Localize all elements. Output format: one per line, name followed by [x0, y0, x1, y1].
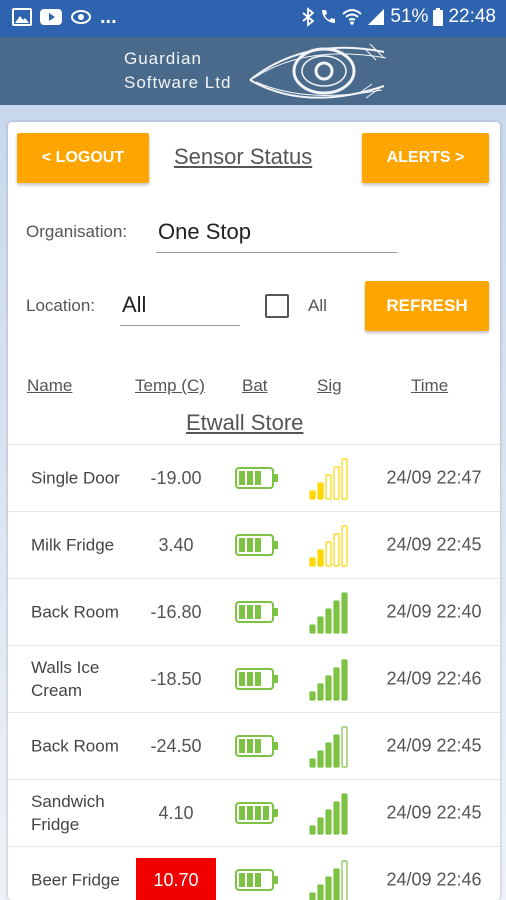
battery-level-icon: [235, 601, 278, 623]
signal-strength-icon: [309, 592, 348, 634]
sensor-time: 24/09 22:46: [386, 869, 482, 890]
store-group-heading: Etwall Store: [186, 410, 304, 435]
all-locations-checkbox[interactable]: [265, 294, 289, 318]
eye-logo-icon: [249, 43, 387, 99]
column-header-name[interactable]: Name: [27, 376, 72, 396]
wifi-icon: [342, 9, 363, 25]
alerts-button[interactable]: ALERTS >: [362, 133, 489, 183]
sensor-temperature: -18.50: [150, 668, 202, 689]
sensor-time: 24/09 22:45: [386, 735, 482, 756]
organisation-field[interactable]: One Stop: [156, 219, 397, 253]
signal-strength-icon: [309, 458, 348, 500]
signal-strength-icon: [309, 726, 348, 768]
company-name: Guardian Software Ltd: [124, 47, 231, 95]
clock: 22:48: [448, 6, 496, 27]
organisation-label: Organisation:: [26, 222, 128, 241]
sensor-name: Back Room: [31, 736, 119, 756]
all-locations-label: All: [308, 296, 327, 315]
status-bar: ... 51% 22:48: [0, 0, 506, 37]
battery-level-icon: [235, 467, 278, 489]
sensor-time: 24/09 22:40: [386, 601, 482, 622]
company-name-line2: Software Ltd: [124, 73, 232, 92]
sensor-name: Sandwich Fridge: [31, 792, 105, 834]
more-notifications: ...: [100, 6, 117, 28]
sensor-time: 24/09 22:46: [386, 668, 482, 689]
sensor-row[interactable]: Sandwich Fridge 4.10 24/09 22:45: [8, 779, 500, 846]
sensor-row[interactable]: Single Door -19.00 24/09 22:47: [8, 444, 500, 511]
sensor-row[interactable]: Beer Fridge 10.70 24/09 22:46: [8, 846, 500, 900]
sensor-time: 24/09 22:45: [386, 802, 482, 823]
battery-percent: 51%: [390, 6, 429, 27]
battery-level-icon: [235, 668, 278, 690]
signal-strength-icon: [309, 659, 348, 701]
column-header-sig[interactable]: Sig: [317, 376, 342, 396]
sensor-row[interactable]: Back Room -16.80 24/09 22:40: [8, 578, 500, 645]
battery-icon: [433, 8, 444, 26]
sensor-status-card: < LOGOUT Sensor Status ALERTS > Organisa…: [8, 122, 500, 900]
company-name-line1: Guardian: [124, 49, 202, 68]
signal-strength-icon: [309, 860, 348, 900]
bluetooth-icon: [302, 7, 315, 27]
call-icon: [322, 10, 336, 23]
signal-strength-icon: [309, 793, 348, 835]
sensor-temperature: -24.50: [150, 735, 202, 756]
column-header-temp[interactable]: Temp (C): [135, 376, 205, 396]
logout-button[interactable]: < LOGOUT: [17, 133, 149, 183]
sensor-row[interactable]: Walls Ice Cream -18.50 24/09 22:46: [8, 645, 500, 712]
status-bar-system: 51% 22:48: [302, 6, 496, 28]
sensor-name: Milk Fridge: [31, 535, 115, 555]
refresh-button[interactable]: REFRESH: [365, 281, 489, 331]
column-header-time[interactable]: Time: [411, 376, 448, 396]
app-banner: Guardian Software Ltd: [0, 37, 506, 105]
battery-level-icon: [235, 534, 278, 556]
sensor-temperature: 10.70: [136, 858, 216, 900]
location-label: Location:: [26, 296, 95, 315]
battery-level-icon: [235, 735, 278, 757]
cloud-icon: [71, 10, 91, 24]
sensor-temperature: 3.40: [158, 534, 194, 555]
cell-signal-icon: [368, 9, 385, 25]
page-title: Sensor Status: [174, 144, 313, 169]
sensor-row[interactable]: Back Room -24.50 24/09 22:45: [8, 712, 500, 779]
battery-level-icon: [235, 802, 278, 824]
signal-strength-icon: [309, 525, 348, 567]
battery-level-icon: [235, 869, 278, 891]
sensor-row[interactable]: Milk Fridge 3.40 24/09 22:45: [8, 511, 500, 578]
sensor-time: 24/09 22:45: [386, 534, 482, 555]
sensor-name: Walls Ice Cream: [31, 658, 100, 700]
sensor-name: Single Door: [31, 468, 120, 488]
sensor-time: 24/09 22:47: [386, 467, 482, 488]
sensor-temperature: -19.00: [150, 467, 202, 488]
sensor-name: Back Room: [31, 602, 119, 622]
status-bar-notifications: ...: [12, 6, 117, 28]
column-header-bat[interactable]: Bat: [242, 376, 268, 396]
image-icon: [12, 8, 32, 26]
youtube-icon: [40, 9, 62, 25]
location-field[interactable]: All: [120, 292, 240, 326]
sensor-temperature: 4.10: [158, 802, 194, 823]
sensor-name: Beer Fridge: [31, 870, 120, 890]
sensor-temperature: -16.80: [150, 601, 202, 622]
